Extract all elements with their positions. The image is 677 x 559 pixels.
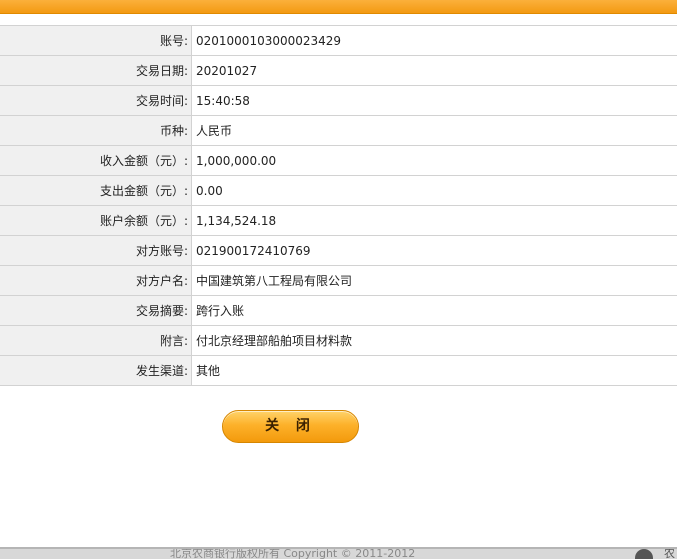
field-value-income: 1,000,000.00 — [192, 146, 677, 176]
field-value-counterparty-account: 021900172410769 — [192, 236, 677, 266]
table-row: 附言: 付北京经理部船舶项目材料款 — [0, 326, 677, 356]
table-row: 发生渠道: 其他 — [0, 356, 677, 386]
field-label-channel: 发生渠道: — [0, 356, 192, 386]
bank-logo-icon — [635, 549, 653, 559]
field-value-trade-time: 15:40:58 — [192, 86, 677, 116]
table-row: 交易摘要: 跨行入账 — [0, 296, 677, 326]
table-row: 收入金额（元）: 1,000,000.00 — [0, 146, 677, 176]
field-label-trade-time: 交易时间: — [0, 86, 192, 116]
field-value-channel: 其他 — [192, 356, 677, 386]
field-label-summary: 交易摘要: — [0, 296, 192, 326]
table-row: 对方户名: 中国建筑第八工程局有限公司 — [0, 266, 677, 296]
field-label-expense: 支出金额（元）: — [0, 176, 192, 206]
field-value-trade-date: 20201027 — [192, 56, 677, 86]
field-label-counterparty-name: 对方户名: — [0, 266, 192, 296]
table-row: 对方账号: 021900172410769 — [0, 236, 677, 266]
footer-copyright: 北京农商银行版权所有 Copyright © 2011-2012 — [170, 547, 415, 559]
field-label-counterparty-account: 对方账号: — [0, 236, 192, 266]
footer-logo-text: 农 — [664, 547, 675, 559]
table-row: 账号: 0201000103000023429 — [0, 26, 677, 56]
field-value-summary: 跨行入账 — [192, 296, 677, 326]
field-value-account: 0201000103000023429 — [192, 26, 677, 56]
field-value-remark: 付北京经理部船舶项目材料款 — [192, 326, 677, 356]
field-value-balance: 1,134,524.18 — [192, 206, 677, 236]
close-button[interactable]: 关 闭 — [222, 410, 359, 443]
table-row: 支出金额（元）: 0.00 — [0, 176, 677, 206]
field-value-counterparty-name: 中国建筑第八工程局有限公司 — [192, 266, 677, 296]
transaction-detail-table: 账号: 0201000103000023429 交易日期: 20201027 交… — [0, 25, 677, 386]
field-label-income: 收入金额（元）: — [0, 146, 192, 176]
table-row: 交易时间: 15:40:58 — [0, 86, 677, 116]
table-row: 交易日期: 20201027 — [0, 56, 677, 86]
table-row: 账户余额（元）: 1,134,524.18 — [0, 206, 677, 236]
table-row: 币种: 人民币 — [0, 116, 677, 146]
field-label-account: 账号: — [0, 26, 192, 56]
field-label-balance: 账户余额（元）: — [0, 206, 192, 236]
footer-bar: 北京农商银行版权所有 Copyright © 2011-2012 农 — [0, 547, 677, 559]
field-label-currency: 币种: — [0, 116, 192, 146]
field-value-expense: 0.00 — [192, 176, 677, 206]
field-label-remark: 附言: — [0, 326, 192, 356]
field-value-currency: 人民币 — [192, 116, 677, 146]
field-label-trade-date: 交易日期: — [0, 56, 192, 86]
top-header-bar — [0, 0, 677, 14]
